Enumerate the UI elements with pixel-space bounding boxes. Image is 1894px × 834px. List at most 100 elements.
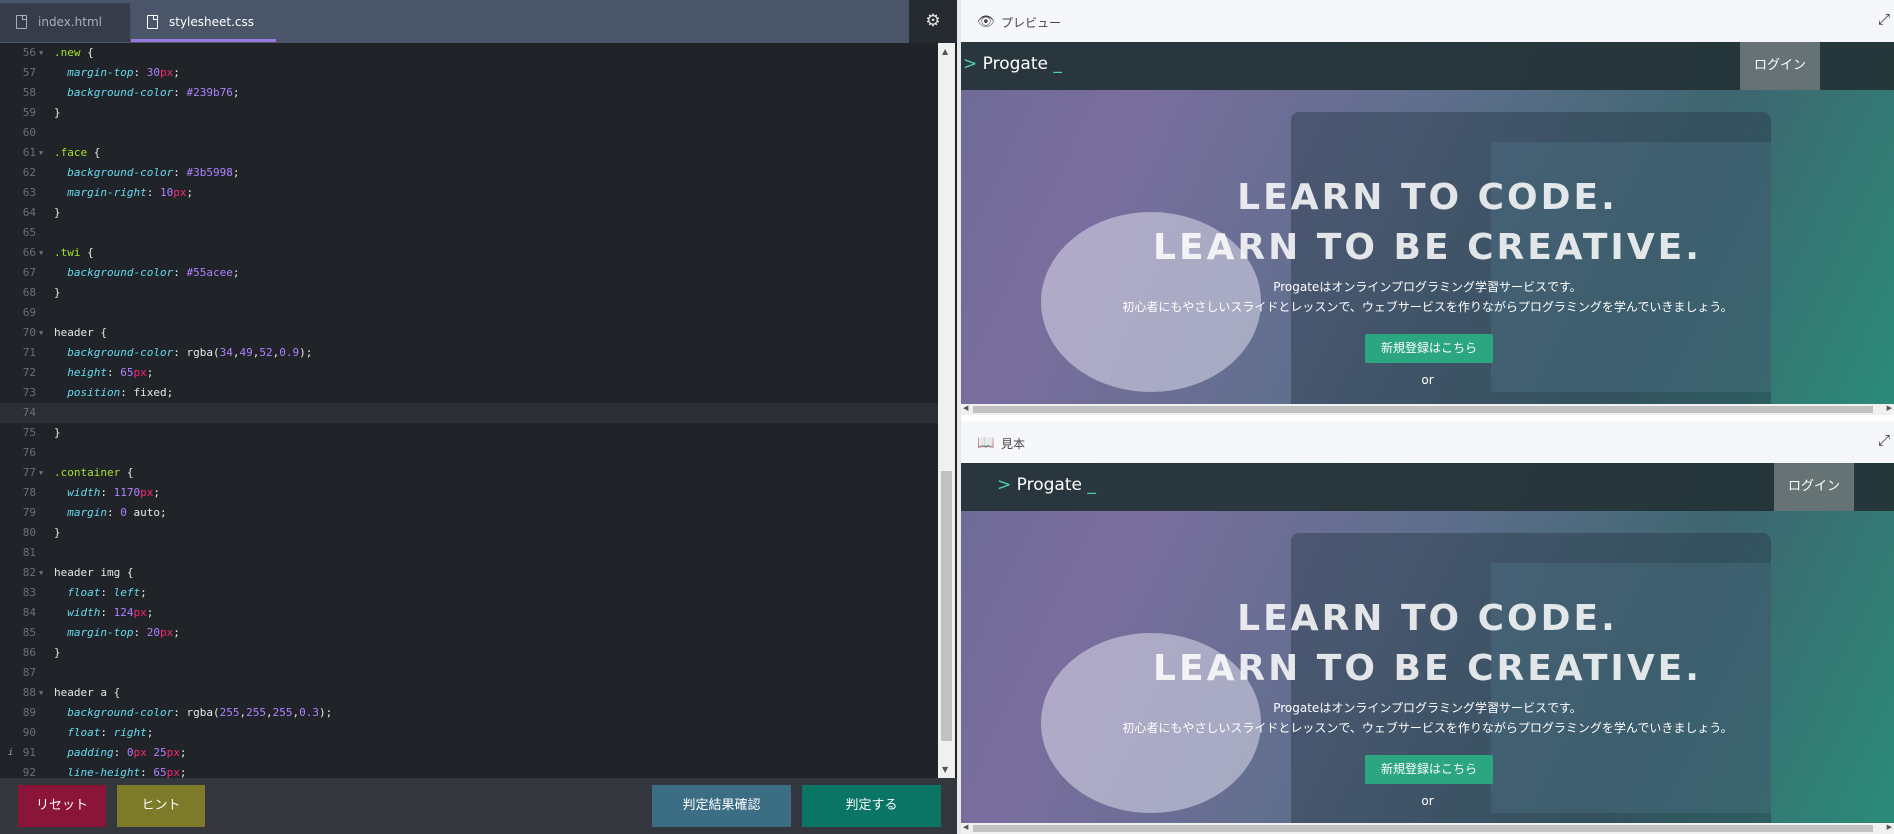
login-link[interactable]: ログイン	[1774, 463, 1854, 511]
fold-icon[interactable]: ▼	[39, 463, 43, 483]
code-line[interactable]: 75}	[0, 423, 938, 443]
preview-hscrollbar[interactable]: ◀ ▶	[961, 404, 1894, 415]
fold-icon[interactable]: ▼	[39, 243, 43, 263]
hint-button[interactable]: ヒント	[117, 785, 205, 827]
fold-icon[interactable]: ▼	[39, 323, 43, 343]
code-line[interactable]: 56 ▼ .new {	[0, 43, 938, 63]
code-line[interactable]: 82 ▼ header img {	[0, 563, 938, 583]
code-line[interactable]: 74	[0, 403, 938, 423]
code-line[interactable]: 61 ▼ .face {	[0, 143, 938, 163]
code-line[interactable]: 86}	[0, 643, 938, 663]
code-line[interactable]: 87	[0, 663, 938, 683]
code-line[interactable]: 84 width: 124px;	[0, 603, 938, 623]
judge-button[interactable]: 判定する	[802, 785, 941, 827]
line-number: 65	[22, 226, 36, 239]
code-line[interactable]: 66 ▼ .twi {	[0, 243, 938, 263]
scroll-right-icon[interactable]: ▶	[1887, 404, 1892, 412]
code-token: :	[133, 626, 147, 639]
scrollbar-thumb[interactable]	[973, 406, 1873, 413]
code-line[interactable]: 73 position: fixed;	[0, 383, 938, 403]
scrollbar-thumb[interactable]	[941, 471, 952, 741]
tab-stylesheet-css[interactable]: stylesheet.css	[131, 3, 276, 42]
code-line[interactable]: 71 background-color: rgba(34,49,52,0.9);	[0, 343, 938, 363]
code-line[interactable]: 67 background-color: #55acee;	[0, 263, 938, 283]
code-line[interactable]: 78 width: 1170px;	[0, 483, 938, 503]
code-line[interactable]: 85 margin-top: 20px;	[0, 623, 938, 643]
code-text: header img {	[54, 563, 133, 583]
code-line[interactable]: 58 background-color: #239b76;	[0, 83, 938, 103]
scroll-left-icon[interactable]: ◀	[963, 404, 968, 412]
fold-icon[interactable]: ▼	[39, 43, 43, 63]
scroll-down-icon[interactable]: ▼	[942, 765, 948, 774]
fold-icon[interactable]: ▼	[39, 563, 43, 583]
preview-header: 👁 プレビュー ⤢	[961, 0, 1894, 42]
code-line[interactable]: 90 float: right;	[0, 723, 938, 743]
code-line[interactable]: 57 margin-top: 30px;	[0, 63, 938, 83]
code-line[interactable]: 83 float: left;	[0, 583, 938, 603]
code-area[interactable]: 56 ▼ .new {57 margin-top: 30px; 58 backgrou…	[0, 43, 938, 778]
code-line[interactable]: 60	[0, 123, 938, 143]
editor-footer: リセット ヒント 判定結果確認 判定する	[0, 778, 957, 834]
scroll-left-icon[interactable]: ◀	[963, 823, 968, 831]
settings-button[interactable]: ⚙	[909, 0, 957, 43]
code-line[interactable]: 79 margin: 0 auto;	[0, 503, 938, 523]
tab-index-html[interactable]: index.html	[0, 3, 130, 42]
line-number: 71	[22, 346, 36, 359]
preview-pane: 👁 プレビュー ⤢ > Progate _ ログイン LEARN TO CODE…	[961, 0, 1894, 421]
code-line[interactable]: 72 height: 65px;	[0, 363, 938, 383]
code-line[interactable]: 62 background-color: #3b5998;	[0, 163, 938, 183]
code-token: px	[140, 486, 154, 499]
code-line[interactable]: 80}	[0, 523, 938, 543]
code-line[interactable]: 65	[0, 223, 938, 243]
sample-viewport[interactable]: > Progate _ ログイン LEARN TO CODE. LEARN TO…	[961, 463, 1894, 823]
line-number: 87	[22, 666, 36, 679]
code-token: 0	[120, 506, 127, 519]
code-text: position: fixed;	[54, 383, 173, 403]
site-logo[interactable]: > Progate _	[997, 475, 1096, 495]
code-line[interactable]: 69	[0, 303, 938, 323]
line-number: 67	[22, 266, 36, 279]
site-logo[interactable]: > Progate _	[963, 54, 1062, 74]
fold-icon[interactable]: ▼	[39, 143, 43, 163]
code-line[interactable]: 92 line-height: 65px;	[0, 763, 938, 778]
fold-icon[interactable]: ▼	[39, 683, 43, 703]
reset-button[interactable]: リセット	[18, 785, 106, 827]
editor-scrollbar[interactable]: ▲ ▼	[938, 43, 955, 778]
scrollbar-thumb[interactable]	[973, 825, 1873, 832]
code-line[interactable]: 89 background-color: rgba(255,255,255,0.…	[0, 703, 938, 723]
sample-hscrollbar[interactable]: ◀ ▶	[961, 823, 1894, 834]
code-token: }	[54, 646, 61, 659]
code-token: width	[67, 486, 101, 499]
file-icon	[16, 15, 27, 29]
login-link[interactable]: ログイン	[1740, 42, 1820, 90]
scroll-up-icon[interactable]: ▲	[942, 47, 948, 56]
check-result-button[interactable]: 判定結果確認	[652, 785, 791, 827]
expand-icon[interactable]: ⤢	[1878, 431, 1890, 449]
code-token: }	[54, 106, 61, 119]
code-line[interactable]: 81	[0, 543, 938, 563]
line-number: 56	[22, 46, 36, 59]
signup-button[interactable]: 新規登録はこちら	[1365, 334, 1493, 363]
expand-icon[interactable]: ⤢	[1878, 10, 1890, 28]
code-line[interactable]: 64}	[0, 203, 938, 223]
code-token: ;	[186, 186, 194, 199]
preview-viewport[interactable]: > Progate _ ログイン LEARN TO CODE. LEARN TO…	[961, 42, 1894, 411]
code-line[interactable]: 88 ▼ header a {	[0, 683, 938, 703]
code-token: 49	[239, 346, 253, 359]
code-line[interactable]: 59}	[0, 103, 938, 123]
code-line[interactable]: 77 ▼ .container {	[0, 463, 938, 483]
code-line[interactable]: 68}	[0, 283, 938, 303]
scroll-right-icon[interactable]: ▶	[1887, 823, 1892, 831]
signup-button[interactable]: 新規登録はこちら	[1365, 755, 1493, 784]
code-token: background-color	[67, 86, 174, 99]
code-line[interactable]: 63 margin-right: 10px;	[0, 183, 938, 203]
line-number: 92	[22, 766, 36, 778]
code-token: }	[54, 286, 61, 299]
code-line[interactable]: i 91 padding: 0px 25px;	[0, 743, 938, 763]
code-token: ;	[153, 486, 160, 499]
code-line[interactable]: 70 ▼ header {	[0, 323, 938, 343]
code-text: .new {	[54, 43, 94, 63]
code-line[interactable]: 76	[0, 443, 938, 463]
